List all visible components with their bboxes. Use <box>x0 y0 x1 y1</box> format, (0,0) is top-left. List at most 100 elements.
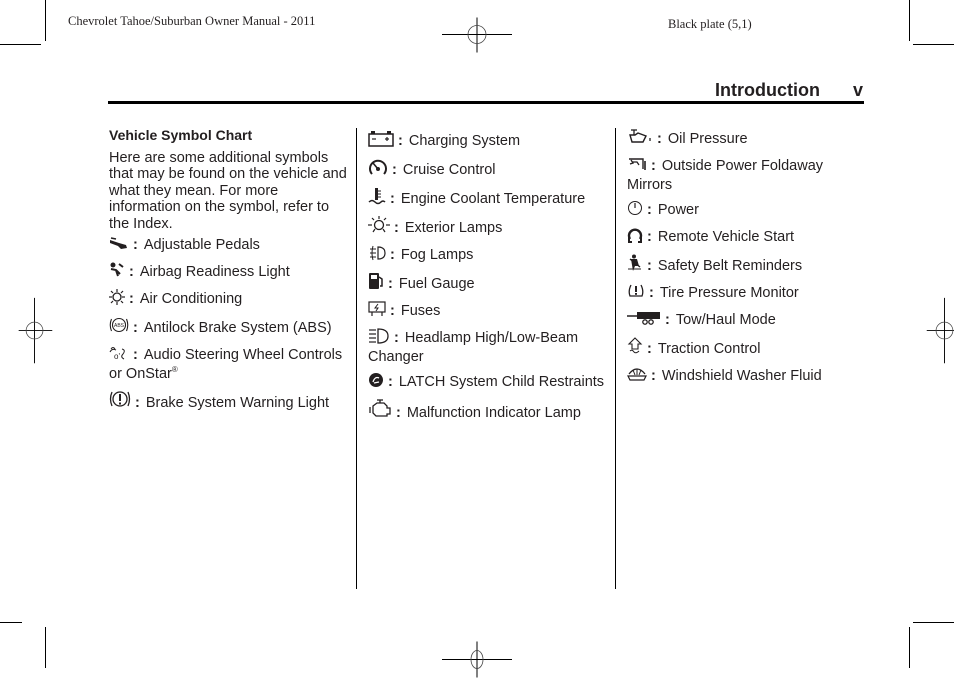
symbol-label: LATCH System Child Restraints <box>398 373 605 390</box>
symbol-entry: : Cruise Control <box>368 158 608 181</box>
check-engine-icon <box>368 398 392 424</box>
audio-steering-controls-icon: o' <box>109 345 129 366</box>
traction-control-icon <box>627 336 643 360</box>
symbol-entry: : Safety Belt Reminders <box>627 254 867 277</box>
entry-separator: : <box>129 291 134 307</box>
folding-mirror-icon <box>627 156 647 177</box>
manual-title: Chevrolet Tahoe/Suburban Owner Manual - … <box>68 14 316 28</box>
seatbelt-reminder-icon <box>627 254 643 277</box>
entry-separator: : <box>133 320 138 336</box>
registration-target-top <box>442 17 512 53</box>
header-rule <box>108 101 864 104</box>
entry-separator: : <box>649 284 654 301</box>
symbol-label: Power <box>657 201 699 218</box>
entry-separator: : <box>394 220 399 236</box>
symbol-column-3: : Oil Pressure: Outside Power Foldaway Mir… <box>627 129 867 393</box>
fuel-gauge-icon <box>368 272 384 295</box>
registered-trademark-mark: ® <box>171 364 178 374</box>
entry-separator: : <box>388 276 393 292</box>
power-icon <box>627 200 643 221</box>
cruise-control-icon <box>368 158 388 181</box>
symbol-label: Adjustable Pedals <box>143 237 260 253</box>
section-heading: Vehicle Symbol Chart <box>109 127 253 143</box>
entry-separator: : <box>665 311 670 328</box>
symbol-entry: : Air Conditioning <box>109 289 349 310</box>
symbol-entry: : Brake System Warning Light <box>109 389 349 414</box>
symbol-column-2: : Charging System: Cruise Control: Engine C… <box>368 129 608 430</box>
crop-mark <box>45 0 46 41</box>
entry-separator: : <box>394 330 399 346</box>
symbol-entry: : Tow/Haul Mode <box>627 310 867 331</box>
symbol-label: Malfunction Indicator Lamp <box>406 404 581 421</box>
symbol-entry: : Remote Vehicle Start <box>627 227 867 248</box>
tow-haul-icon <box>627 310 661 331</box>
entry-separator: : <box>129 264 134 280</box>
crop-mark <box>0 44 41 45</box>
washer-fluid-icon <box>627 366 647 387</box>
column-divider <box>614 128 616 589</box>
entry-separator: : <box>651 367 656 384</box>
symbol-entry: : Fuel Gauge <box>368 272 608 295</box>
crop-mark <box>913 44 954 45</box>
entry-separator: : <box>390 303 395 319</box>
symbol-label: Air Conditioning <box>139 291 243 307</box>
symbol-entry: : Charging System <box>368 129 608 152</box>
entry-separator: : <box>133 347 138 363</box>
plate-label: Black plate (5,1) <box>668 17 752 31</box>
symbol-label: Cruise Control <box>402 162 496 178</box>
symbol-label: Fuel Gauge <box>398 276 475 292</box>
symbol-entry: o': Audio Steering Wheel Controls or OnSt… <box>109 345 349 382</box>
symbol-label: Airbag Readiness Light <box>139 264 290 280</box>
fuses-icon <box>368 301 386 322</box>
symbol-label: Charging System <box>408 133 521 149</box>
symbol-label: Outside Power Foldaway Mirrors <box>627 158 824 193</box>
registration-target-right <box>926 297 954 364</box>
adjustable-pedals-icon <box>109 237 129 256</box>
oil-pressure-icon <box>627 129 653 150</box>
entry-separator: : <box>651 158 656 174</box>
symbol-entry: ABS: Antilock Brake System (ABS) <box>109 316 349 339</box>
symbol-entry: : Engine Coolant Temperature <box>368 187 608 210</box>
abs-icon: ABS <box>109 316 129 339</box>
symbol-label: Tow/Haul Mode <box>675 311 776 328</box>
svg-text:ABS: ABS <box>114 323 125 329</box>
symbol-label: Traction Control <box>657 340 761 357</box>
crop-mark <box>913 622 954 623</box>
brake-warning-icon <box>109 389 131 414</box>
latch-child-restraint-icon <box>368 372 384 393</box>
symbol-label: Engine Coolant Temperature <box>400 191 586 207</box>
symbol-entry: : Traction Control <box>627 336 867 360</box>
entry-separator: : <box>390 191 395 207</box>
battery-icon <box>368 129 394 152</box>
symbol-entry: : Windshield Washer Fluid <box>627 366 867 387</box>
symbol-label: Headlamp High/Low-Beam Changer <box>368 330 579 365</box>
registration-target-left <box>18 297 53 364</box>
section-title: Introduction <box>715 80 820 100</box>
crop-mark <box>0 622 22 623</box>
symbol-entry: : LATCH System Child Restraints <box>368 372 608 393</box>
symbol-label: Remote Vehicle Start <box>657 228 795 245</box>
symbol-entry: : Exterior Lamps <box>368 216 608 239</box>
entry-separator: : <box>647 257 652 274</box>
symbol-label: Exterior Lamps <box>404 220 503 236</box>
crop-mark <box>909 0 910 41</box>
entry-separator: : <box>647 201 652 218</box>
coolant-temperature-icon <box>368 187 386 210</box>
symbol-entry: : Adjustable Pedals <box>109 237 349 256</box>
registration-target-bottom <box>442 641 512 678</box>
exterior-lamps-icon <box>368 216 390 239</box>
symbol-label: Oil Pressure <box>667 131 748 147</box>
entry-separator: : <box>392 162 397 178</box>
symbol-entry: : Outside Power Foldaway Mirrors <box>627 156 867 193</box>
column-divider <box>355 128 357 589</box>
entry-separator: : <box>647 340 652 357</box>
symbol-entry: : Fog Lamps <box>368 245 608 266</box>
symbol-label: Fog Lamps <box>400 247 474 263</box>
symbol-entry: : Airbag Readiness Light <box>109 262 349 283</box>
symbol-label: Tire Pressure Monitor <box>659 284 799 301</box>
entry-separator: : <box>388 373 393 390</box>
svg-text:o': o' <box>114 352 120 361</box>
intro-paragraph: Here are some additional symbols that ma… <box>109 149 347 232</box>
symbol-label: Antilock Brake System (ABS) <box>143 320 332 336</box>
entry-separator: : <box>135 394 140 411</box>
